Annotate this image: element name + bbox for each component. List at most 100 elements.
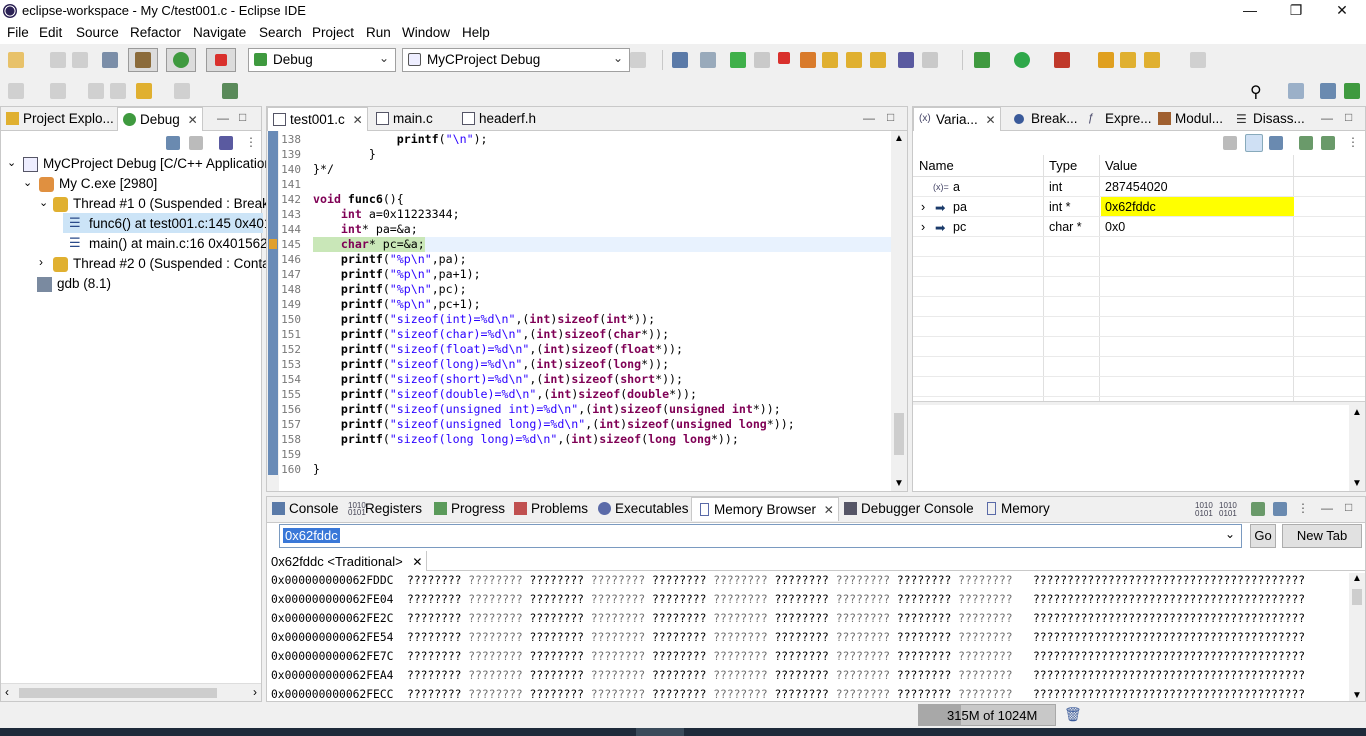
- code-line[interactable]: printf("sizeof(unsigned long)=%d\n",(int…: [313, 417, 795, 431]
- memory-cell[interactable]: ????????: [530, 574, 584, 587]
- memory-rendering-tab[interactable]: 0x62fddc <Traditional> ✕: [267, 551, 428, 571]
- tab-debugger-console[interactable]: Debugger Console: [839, 497, 978, 521]
- editor-scrollbar[interactable]: ▲ ▼: [891, 131, 907, 491]
- memory-cell[interactable]: ????????: [958, 650, 1012, 663]
- maximize-view-icon[interactable]: □: [1345, 500, 1352, 514]
- skip-breakpoints-icon[interactable]: [700, 52, 716, 68]
- memory-cell[interactable]: ????????: [652, 612, 706, 625]
- chevron-right-icon[interactable]: ›: [921, 200, 925, 214]
- back-icon[interactable]: [136, 83, 152, 99]
- memory-cell[interactable]: ????????: [713, 593, 767, 606]
- memory-cell[interactable]: ????????: [958, 669, 1012, 682]
- scroll-thumb[interactable]: [19, 688, 217, 698]
- memory-cell[interactable]: ????????: [713, 612, 767, 625]
- memory-row[interactable]: 0x000000000062FEA4 ???????? ???????? ???…: [271, 669, 1305, 682]
- collapse-all-icon[interactable]: [1269, 136, 1283, 150]
- memory-cell[interactable]: ????????: [591, 650, 645, 663]
- debug-perspective-icon[interactable]: [1344, 83, 1360, 99]
- run-icon[interactable]: [1014, 52, 1030, 68]
- memory-cell[interactable]: ????????: [774, 650, 828, 663]
- variable-value[interactable]: 0x0: [1101, 217, 1294, 236]
- tab-debug[interactable]: Debug ✕: [117, 107, 203, 131]
- memory-cell[interactable]: ????????: [774, 574, 828, 587]
- heap-status[interactable]: 315M of 1024M: [918, 704, 1056, 726]
- chevron-down-icon[interactable]: ⌄: [1225, 527, 1235, 541]
- column-name[interactable]: Name: [919, 158, 954, 173]
- view-menu-icon[interactable]: ⋮: [245, 135, 257, 149]
- memory-cell[interactable]: ????????: [530, 650, 584, 663]
- last-edit-icon[interactable]: [88, 83, 104, 99]
- new-tab-button[interactable]: New Tab: [1282, 524, 1362, 548]
- memory-cell[interactable]: ????????: [530, 593, 584, 606]
- scroll-right-icon[interactable]: ›: [253, 685, 257, 699]
- go-button[interactable]: Go: [1250, 524, 1276, 548]
- binary-icon[interactable]: [102, 52, 118, 68]
- memory-cell[interactable]: ????????: [958, 688, 1012, 701]
- code-line[interactable]: }*/: [313, 162, 334, 176]
- tab-problems[interactable]: Problems: [509, 497, 592, 521]
- terminate-button[interactable]: [206, 48, 236, 72]
- suspend-icon[interactable]: [754, 52, 770, 68]
- memory-cell[interactable]: ????????: [407, 593, 461, 606]
- memory-cell[interactable]: ????????: [468, 631, 522, 644]
- build-button[interactable]: [128, 48, 158, 72]
- memory-cell[interactable]: ????????: [591, 631, 645, 644]
- memory-cell[interactable]: ????????: [591, 669, 645, 682]
- code-line[interactable]: int a=0x11223344;: [313, 207, 460, 221]
- memory-cell[interactable]: ????????: [897, 612, 951, 625]
- console-icon[interactable]: [672, 52, 688, 68]
- launch-mode-select[interactable]: Debug ⌄: [248, 48, 396, 72]
- memory-cell[interactable]: ????????: [836, 631, 890, 644]
- view-menu-icon[interactable]: ⋮: [1297, 501, 1309, 515]
- memory-row[interactable]: 0x000000000062FDDC ???????? ???????? ???…: [271, 574, 1305, 587]
- terminate-icon[interactable]: [778, 52, 790, 64]
- memory-cell[interactable]: ????????: [713, 650, 767, 663]
- memory-cell[interactable]: ????????: [836, 669, 890, 682]
- memory-scrollbar[interactable]: ▲ ▼: [1349, 573, 1365, 701]
- memory-cell[interactable]: ????????: [897, 631, 951, 644]
- next-edit-icon[interactable]: [110, 83, 126, 99]
- scroll-up-icon[interactable]: ▲: [1352, 407, 1362, 418]
- code-line[interactable]: printf("%p\n",pa+1);: [313, 267, 481, 281]
- close-icon[interactable]: ✕: [1332, 2, 1352, 20]
- save-all-icon[interactable]: [72, 52, 88, 68]
- memory-cell[interactable]: ????????: [468, 669, 522, 682]
- memory-cell[interactable]: ????????: [897, 688, 951, 701]
- open-type-icon[interactable]: [1098, 52, 1114, 68]
- minimize-view-icon[interactable]: —: [863, 111, 875, 125]
- memory-cell[interactable]: ????????: [836, 688, 890, 701]
- code-line[interactable]: printf("sizeof(int)=%d\n",(int)sizeof(in…: [313, 312, 655, 326]
- minimize-view-icon[interactable]: —: [217, 111, 229, 125]
- code-line[interactable]: }: [313, 147, 376, 161]
- pen-icon[interactable]: [1190, 52, 1206, 68]
- tab-headerf-h[interactable]: headerf.h: [457, 107, 540, 131]
- memory-row[interactable]: 0x000000000062FE2C ???????? ???????? ???…: [271, 612, 1305, 625]
- tab-test001-c[interactable]: test001.c ✕: [267, 107, 368, 131]
- address-combo[interactable]: 0x62fddc ⌄: [279, 524, 1242, 548]
- tab-main-c[interactable]: main.c: [371, 107, 437, 131]
- code-line[interactable]: printf("%p\n",pa);: [313, 252, 467, 266]
- tab-modules[interactable]: Modul...: [1153, 107, 1227, 131]
- open-folder-icon[interactable]: [1120, 52, 1136, 68]
- code-line[interactable]: printf("%p\n",pc);: [313, 282, 467, 296]
- memory-cell[interactable]: ????????: [774, 612, 828, 625]
- menu-search[interactable]: Search: [259, 25, 302, 40]
- memory-cell[interactable]: ????????: [713, 574, 767, 587]
- code-line[interactable]: int* pa=&a;: [313, 222, 418, 236]
- pin-editor-icon[interactable]: [222, 83, 238, 99]
- forward-icon[interactable]: [174, 83, 190, 99]
- tab-memory-browser[interactable]: Memory Browser ✕: [691, 497, 839, 521]
- column-value[interactable]: Value: [1105, 158, 1137, 173]
- tab-registers[interactable]: 1010 0101 Registers: [343, 497, 426, 521]
- memory-cell[interactable]: ????????: [591, 612, 645, 625]
- memory-cell[interactable]: ????????: [897, 669, 951, 682]
- code-line[interactable]: printf("sizeof(short)=%d\n",(int)sizeof(…: [313, 372, 683, 386]
- code-line[interactable]: printf("sizeof(char)=%d\n",(int)sizeof(c…: [313, 327, 669, 341]
- menu-file[interactable]: File: [7, 25, 29, 40]
- debug-as-icon[interactable]: [974, 52, 990, 68]
- memory-cell[interactable]: ????????: [652, 650, 706, 663]
- memory-cell[interactable]: ????????: [652, 593, 706, 606]
- memory-row[interactable]: 0x000000000062FE54 ???????? ???????? ???…: [271, 631, 1305, 644]
- scroll-down-icon[interactable]: ▼: [1352, 690, 1362, 701]
- resume-icon[interactable]: [730, 52, 746, 68]
